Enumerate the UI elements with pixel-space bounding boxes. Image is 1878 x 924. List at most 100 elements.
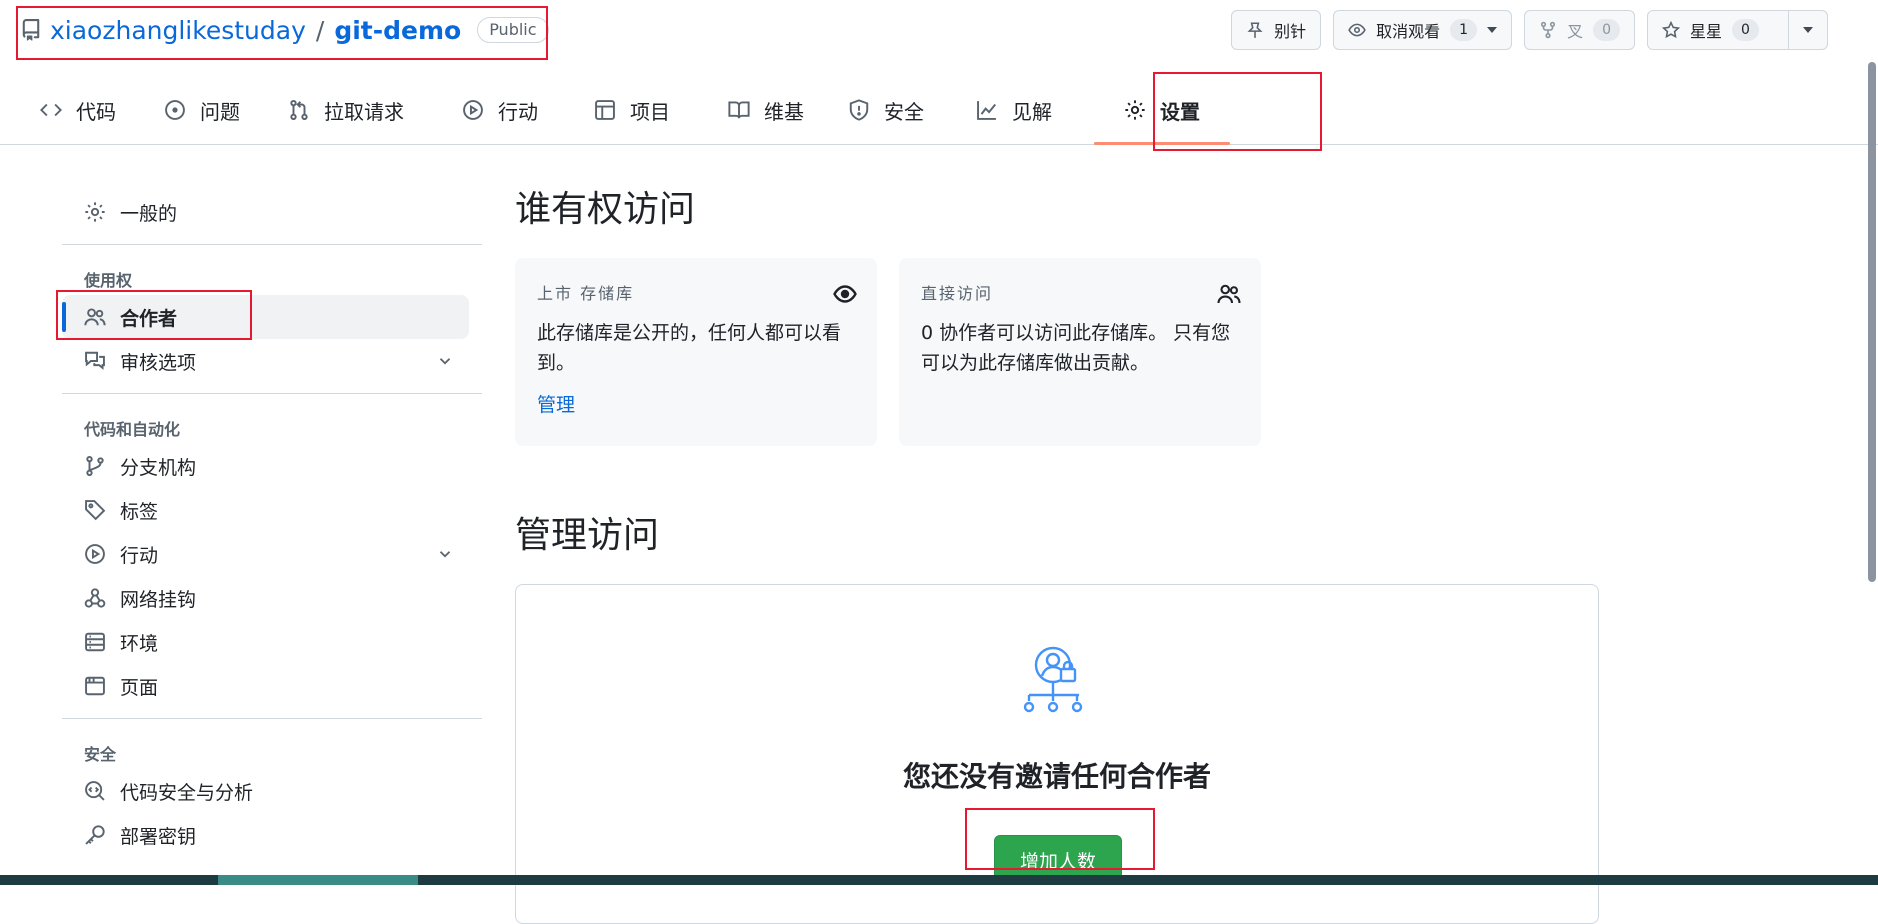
sidebar-item-label: 环境 <box>120 629 158 656</box>
repo-title: xiaozhanglikestuday / git-demo Public <box>20 12 549 48</box>
sidebar-item-label: 代码安全与分析 <box>120 778 253 805</box>
play-icon <box>84 543 106 565</box>
sidebar-item-label: 审核选项 <box>120 348 196 375</box>
sidebar-item-deploy-keys[interactable]: 部署密钥 <box>62 813 482 857</box>
page-scrollbar[interactable] <box>1868 62 1876 582</box>
star-label: 星星 <box>1690 18 1722 42</box>
card-label: 直接访问 <box>921 280 1239 304</box>
tab-code[interactable]: 代码 <box>40 88 116 132</box>
sidebar-item-label: 网络挂钩 <box>120 585 196 612</box>
tab-label: 问题 <box>200 96 240 125</box>
code-icon <box>40 99 62 121</box>
fork-button[interactable]: 叉 0 <box>1524 10 1635 50</box>
tab-security[interactable]: 安全 <box>848 88 924 132</box>
fork-icon <box>1539 21 1557 39</box>
tab-label: 行动 <box>498 96 538 125</box>
tag-icon <box>84 499 106 521</box>
star-icon <box>1662 21 1680 39</box>
chevron-down-icon <box>1803 27 1813 33</box>
repo-icon <box>20 19 42 41</box>
sidebar-item-general[interactable]: 一般的 <box>62 190 482 234</box>
pin-button[interactable]: 别针 <box>1231 10 1321 50</box>
codescan-icon <box>84 780 106 802</box>
pull-request-icon <box>288 99 310 121</box>
webhook-icon <box>84 587 106 609</box>
repo-owner-link[interactable]: xiaozhanglikestuday <box>50 16 306 45</box>
tab-settings[interactable]: 设置 <box>1124 88 1200 132</box>
sidebar-item-branches[interactable]: 分支机构 <box>62 444 482 488</box>
tab-label: 项目 <box>630 96 670 125</box>
issue-icon <box>164 99 186 121</box>
access-cards: 上市 存储库 此存储库是公开的，任何人都可以看到。 管理 直接访问 0 协作者可… <box>515 258 1599 446</box>
sidebar-item-tags[interactable]: 标签 <box>62 488 482 532</box>
graph-icon <box>976 99 998 121</box>
star-counter: 0 <box>1732 19 1759 41</box>
sidebar-item-label: 分支机构 <box>120 453 196 480</box>
card-label: 上市 存储库 <box>537 280 855 304</box>
visibility-badge: Public <box>477 17 548 43</box>
taskbar <box>0 875 1878 885</box>
sidebar-group-code-automation: 代码和自动化 <box>62 410 482 440</box>
gear-icon <box>84 201 106 223</box>
browser-icon <box>84 675 106 697</box>
star-button[interactable]: 星星 0 <box>1647 10 1789 50</box>
tab-label: 设置 <box>1160 96 1200 125</box>
eye-icon <box>833 282 857 306</box>
chevron-down-icon[interactable] <box>436 545 454 563</box>
card-text: 0 协作者可以访问此存储库。 只有您可以为此存储库做出贡献。 <box>921 318 1239 378</box>
sidebar-item-label: 标签 <box>120 497 158 524</box>
eye-icon <box>1348 21 1366 39</box>
tab-label: 安全 <box>884 96 924 125</box>
tab-label: 维基 <box>764 96 804 125</box>
repo-header: xiaozhanglikestuday / git-demo Public 别针… <box>0 0 1878 145</box>
manage-access-title: 管理访问 <box>515 506 1599 558</box>
sidebar-item-collaborators[interactable]: 合作者 <box>62 295 469 339</box>
collaborator-lock-icon <box>1021 645 1095 719</box>
chevron-down-icon[interactable] <box>436 352 454 370</box>
repo-name-link[interactable]: git-demo <box>334 16 461 45</box>
tab-wiki[interactable]: 维基 <box>728 88 804 132</box>
collaborators-empty-state: 您还没有邀请任何合作者 增加人数 <box>515 584 1599 924</box>
star-button-group: 星星 0 <box>1647 10 1828 50</box>
sidebar-group-access: 使用权 <box>62 261 482 291</box>
sidebar-item-code-security[interactable]: 代码安全与分析 <box>62 769 482 813</box>
play-icon <box>462 99 484 121</box>
pin-icon <box>1246 21 1264 39</box>
sidebar-item-label: 行动 <box>120 541 158 568</box>
sidebar-item-moderation[interactable]: 审核选项 <box>62 339 482 383</box>
gear-icon <box>1124 99 1146 121</box>
watch-counter: 1 <box>1450 19 1477 41</box>
book-icon <box>728 99 750 121</box>
sidebar-item-actions[interactable]: 行动 <box>62 532 482 576</box>
tab-insights[interactable]: 见解 <box>976 88 1052 132</box>
sidebar-divider <box>62 244 482 245</box>
tab-issues[interactable]: 问题 <box>164 88 240 132</box>
chevron-down-icon <box>1487 27 1497 33</box>
sidebar-item-webhooks[interactable]: 网络挂钩 <box>62 576 482 620</box>
main-content: 谁有权访问 上市 存储库 此存储库是公开的，任何人都可以看到。 管理 直接访问 … <box>515 180 1599 924</box>
shield-icon <box>848 99 870 121</box>
tab-label: 代码 <box>76 96 116 125</box>
people-icon <box>84 306 106 328</box>
branch-icon <box>84 455 106 477</box>
unwatch-label: 取消观看 <box>1376 18 1440 42</box>
tab-label: 拉取请求 <box>324 96 404 125</box>
manage-link[interactable]: 管理 <box>537 390 855 417</box>
sidebar-item-environments[interactable]: 环境 <box>62 620 482 664</box>
star-dropdown-button[interactable] <box>1789 10 1828 50</box>
tab-pull-requests[interactable]: 拉取请求 <box>288 88 404 132</box>
tab-projects[interactable]: 项目 <box>594 88 670 132</box>
unwatch-button[interactable]: 取消观看 1 <box>1333 10 1512 50</box>
taskbar-active-segment <box>218 875 418 885</box>
repo-actions: 别针 取消观看 1 叉 0 星星 0 <box>1231 10 1828 50</box>
sidebar-item-label: 合作者 <box>120 304 177 331</box>
sidebar-item-pages[interactable]: 页面 <box>62 664 482 708</box>
sidebar-group-security: 安全 <box>62 735 482 765</box>
fork-label: 叉 <box>1567 18 1583 42</box>
tab-actions[interactable]: 行动 <box>462 88 538 132</box>
sidebar-item-label: 页面 <box>120 673 158 700</box>
fork-counter: 0 <box>1593 19 1620 41</box>
people-icon <box>1217 282 1241 306</box>
server-icon <box>84 631 106 653</box>
repo-separator: / <box>314 16 326 45</box>
